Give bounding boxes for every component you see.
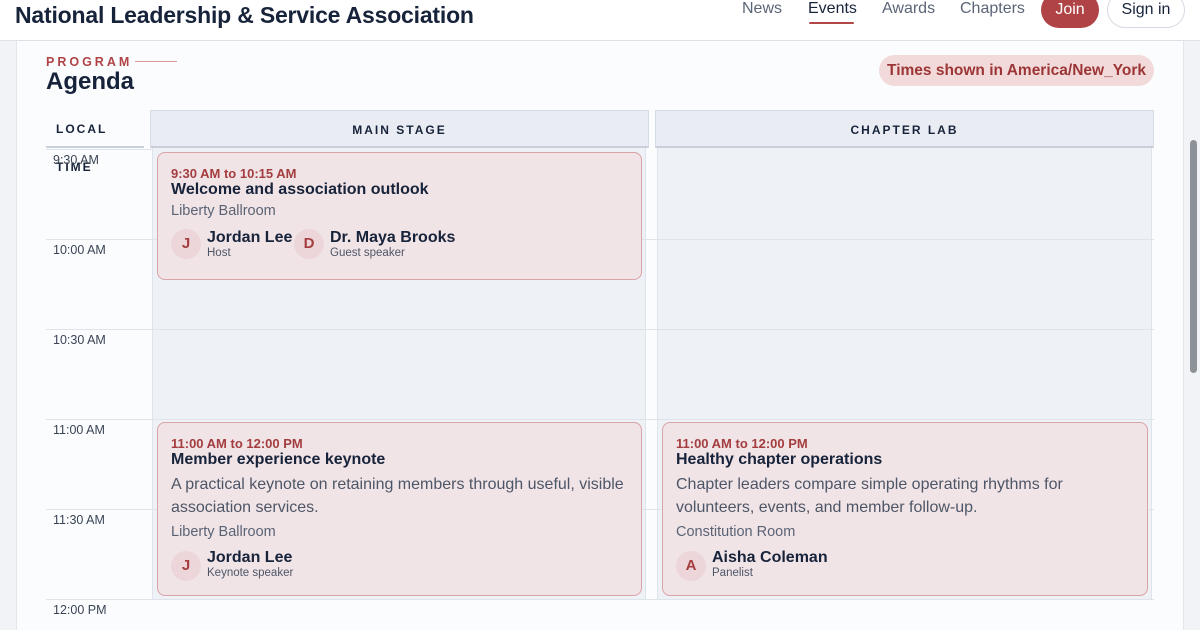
- speaker-role: Keynote speaker: [207, 567, 294, 579]
- time-slot-label: 12:00 PM: [53, 603, 107, 617]
- speaker-avatar: A: [676, 551, 706, 581]
- column-header-main-stage: MAIN STAGE: [150, 110, 649, 148]
- time-slot-label: 11:00 AM: [53, 423, 105, 437]
- nav-awards[interactable]: Awards: [882, 0, 935, 30]
- session-time: 9:30 AM to 10:15 AM: [171, 166, 297, 181]
- column-header-chapter-lab: CHAPTER LAB: [655, 110, 1154, 148]
- session-room: Liberty Ballroom: [171, 203, 276, 219]
- slot-divider: [46, 419, 1154, 420]
- session-description: A practical keynote on retaining members…: [171, 476, 624, 516]
- session-room: Constitution Room: [676, 524, 796, 540]
- speaker-name: Jordan Lee: [207, 229, 293, 246]
- session-title: Healthy chapter operations: [676, 451, 883, 468]
- speaker-role: Guest speaker: [330, 247, 405, 259]
- speaker-role: Host: [207, 247, 231, 259]
- session-card-keynote[interactable]: 11:00 AM to 12:00 PM Member experience k…: [157, 422, 642, 596]
- time-slot-label: 11:30 AM: [53, 513, 105, 527]
- section-eyebrow: PROGRAM: [46, 55, 133, 69]
- slot-divider: [46, 329, 1154, 330]
- eyebrow-divider: [135, 61, 177, 62]
- speaker-avatar: J: [171, 551, 201, 581]
- slot-divider: [46, 149, 152, 150]
- session-description: Chapter leaders compare simple operating…: [676, 476, 1063, 516]
- session-room: Liberty Ballroom: [171, 524, 276, 540]
- slot-divider: [46, 599, 1154, 600]
- timezone-badge: Times shown in America/New_York: [879, 55, 1154, 86]
- session-time: 11:00 AM to 12:00 PM: [676, 436, 808, 451]
- nav-events[interactable]: Events: [808, 0, 857, 30]
- brand-name[interactable]: National Leadership & Service Associatio…: [15, 2, 474, 29]
- join-button[interactable]: Join: [1041, 0, 1099, 28]
- session-card-welcome[interactable]: 9:30 AM to 10:15 AM Welcome and associat…: [157, 152, 642, 280]
- sign-in-button[interactable]: Sign in: [1107, 0, 1185, 28]
- speaker-avatar: D: [294, 229, 324, 259]
- time-slot-label: 10:30 AM: [53, 333, 106, 347]
- nav-chapters[interactable]: Chapters: [960, 0, 1025, 30]
- nav-news[interactable]: News: [742, 0, 782, 30]
- page-title: Agenda: [46, 68, 135, 95]
- time-slot-label: 10:00 AM: [53, 243, 106, 257]
- join-button-label: Join: [1055, 1, 1085, 18]
- speaker-role: Panelist: [712, 567, 753, 579]
- session-time: 11:00 AM to 12:00 PM: [171, 436, 303, 451]
- speaker-name: Aisha Coleman: [712, 549, 828, 566]
- speaker-avatar: J: [171, 229, 201, 259]
- session-card-operations[interactable]: 11:00 AM to 12:00 PM Healthy chapter ope…: [662, 422, 1148, 596]
- speaker-name: Dr. Maya Brooks: [330, 229, 456, 246]
- session-title: Member experience keynote: [171, 451, 386, 468]
- session-title: Welcome and association outlook: [171, 181, 429, 198]
- active-nav-indicator: [809, 22, 854, 24]
- speaker-name: Jordan Lee: [207, 549, 293, 566]
- page-scrollbar-thumb[interactable]: [1190, 140, 1197, 373]
- time-slot-label: 9:30 AM: [53, 153, 99, 167]
- column-header-local-time: LOCAL TIME: [46, 110, 144, 174]
